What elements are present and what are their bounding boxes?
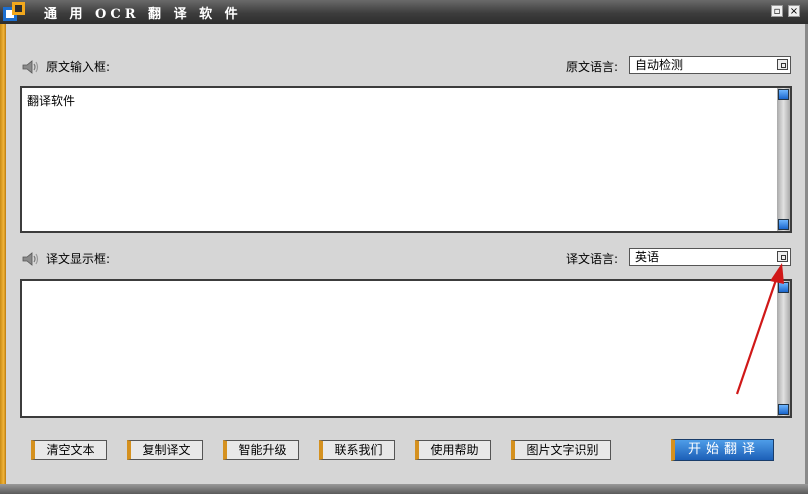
image-ocr-button[interactable]: 图片文字识别 [511, 440, 611, 460]
source-section-label: 原文输入框: [22, 58, 110, 75]
annotation-arrow [735, 263, 784, 395]
source-scrollbar[interactable] [777, 88, 790, 231]
source-text-input[interactable]: 翻译软件 [20, 86, 792, 233]
source-lang-label: 原文语言: [566, 60, 619, 74]
usage-help-button[interactable]: 使用帮助 [415, 440, 491, 460]
scroll-up-button[interactable] [778, 89, 789, 100]
app-logo-icon [3, 2, 25, 21]
target-section-label: 译文显示框: [22, 250, 110, 267]
close-button[interactable]: × [788, 5, 800, 17]
scroll-up-button[interactable] [778, 282, 789, 293]
window-controls: ▫ × [771, 5, 800, 17]
target-lang-label: 译文语言: [566, 252, 619, 266]
speaker-icon [22, 251, 39, 266]
bottom-frame-bar [0, 484, 808, 494]
target-lang-select[interactable]: 英语 [629, 248, 791, 266]
copy-translation-button[interactable]: 复制译文 [127, 440, 203, 460]
scroll-down-button[interactable] [778, 219, 789, 230]
source-lang-value: 自动检测 [635, 58, 684, 72]
minimize-button[interactable]: ▫ [771, 5, 783, 17]
dropdown-icon[interactable] [777, 251, 788, 262]
target-scrollbar[interactable] [777, 281, 790, 416]
start-translate-button[interactable]: 开始翻译 [671, 439, 774, 461]
contact-us-button[interactable]: 联系我们 [319, 440, 395, 460]
window-title: 通 用 OCR 翻 译 软 件 [44, 7, 242, 22]
target-lang-value: 英语 [635, 250, 660, 264]
title-bar: 通 用 OCR 翻 译 软 件 ▫ × [0, 0, 808, 24]
target-label-text: 译文显示框: [46, 252, 111, 266]
target-text-output[interactable] [20, 279, 792, 418]
source-text: 翻译软件 [27, 94, 76, 108]
smart-upgrade-button[interactable]: 智能升级 [223, 440, 299, 460]
scroll-down-button[interactable] [778, 404, 789, 415]
speaker-icon [22, 59, 39, 74]
clear-text-button[interactable]: 清空文本 [31, 440, 107, 460]
source-label-text: 原文输入框: [46, 60, 111, 74]
source-lang-select[interactable]: 自动检测 [629, 56, 791, 74]
dropdown-icon[interactable] [777, 59, 788, 70]
left-frame-bar [0, 24, 6, 484]
